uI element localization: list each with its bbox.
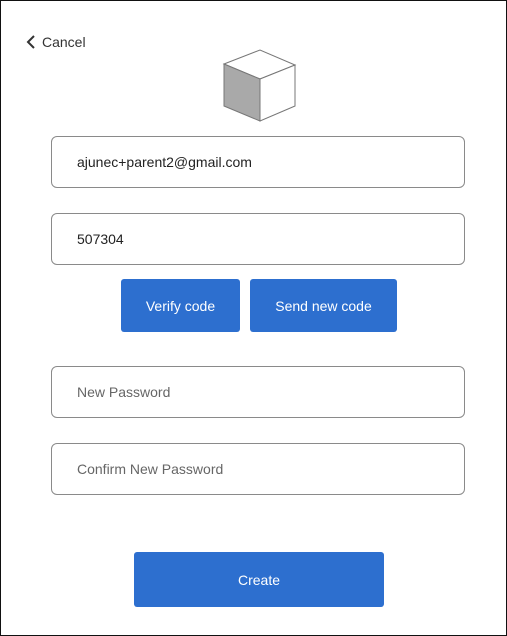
- cancel-label: Cancel: [42, 34, 86, 50]
- send-new-code-button[interactable]: Send new code: [250, 279, 397, 332]
- cancel-link[interactable]: Cancel: [26, 31, 86, 53]
- email-field[interactable]: [51, 136, 465, 188]
- verify-code-button[interactable]: Verify code: [121, 279, 240, 332]
- new-password-input[interactable]: [77, 384, 439, 400]
- email-input[interactable]: [77, 154, 439, 170]
- create-button[interactable]: Create: [134, 552, 384, 607]
- confirm-password-input[interactable]: [77, 461, 439, 477]
- confirm-password-field[interactable]: [51, 443, 465, 495]
- password-reset-panel: Cancel Verify code Send new code Create: [0, 0, 507, 636]
- verification-code-field[interactable]: [51, 213, 465, 265]
- verification-code-input[interactable]: [77, 231, 439, 247]
- chevron-left-icon: [26, 35, 35, 49]
- cube-icon: [222, 49, 297, 122]
- new-password-field[interactable]: [51, 366, 465, 418]
